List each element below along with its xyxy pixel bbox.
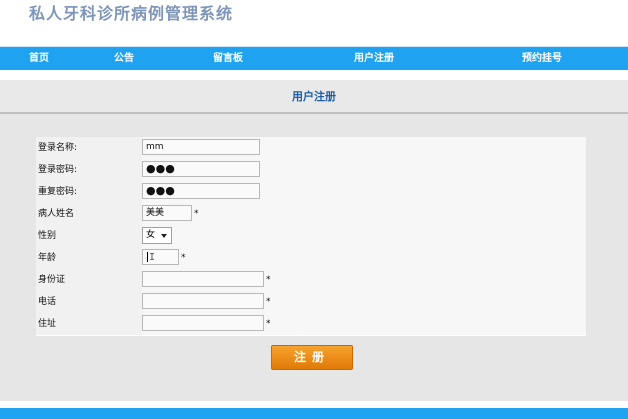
gender-select[interactable]: 女: [142, 227, 172, 244]
username-input[interactable]: mm: [142, 139, 260, 155]
main-nav: 首页 公告 留言板 用户注册 预约挂号: [0, 46, 628, 70]
required-mark: *: [266, 319, 271, 329]
patient-name-input[interactable]: 美美: [142, 205, 192, 221]
password-input[interactable]: ●●●: [142, 161, 260, 177]
gender-selected-value: 女: [146, 230, 156, 240]
nav-item-appointment[interactable]: 预约挂号: [522, 47, 562, 70]
form-row-age: 年龄 I *: [36, 247, 586, 270]
nav-item-register[interactable]: 用户注册: [354, 47, 394, 70]
page-header: 用户注册: [0, 80, 628, 114]
gender-label: 性别: [36, 225, 143, 247]
register-submit-button[interactable]: 注册: [271, 345, 353, 370]
idcard-label: 身份证: [36, 269, 143, 291]
patient-name-label: 病人姓名: [36, 203, 143, 225]
nav-item-message-board[interactable]: 留言板: [213, 47, 243, 70]
confirm-password-input[interactable]: ●●●: [142, 183, 260, 199]
nav-item-notice[interactable]: 公告: [114, 47, 134, 70]
required-mark: *: [266, 297, 271, 307]
phone-label: 电话: [36, 291, 143, 313]
address-input[interactable]: [142, 315, 264, 331]
age-label: 年龄: [36, 247, 143, 269]
form-row-password: 登录密码: ●●●: [36, 159, 586, 182]
username-label: 登录名称:: [36, 137, 143, 159]
address-label: 住址: [36, 313, 143, 335]
required-mark: *: [194, 209, 199, 219]
chevron-down-icon: [161, 234, 167, 238]
age-input[interactable]: [142, 249, 179, 265]
form-row-patient-name: 病人姓名 美美 *: [36, 203, 586, 226]
confirm-password-label: 重复密码:: [36, 181, 143, 203]
form-row-confirm-password: 重复密码: ●●●: [36, 181, 586, 204]
password-label: 登录密码:: [36, 159, 143, 181]
form-row-username: 登录名称: mm: [36, 137, 586, 160]
ibeam-cursor-icon: I: [149, 252, 156, 263]
page-title: 用户注册: [292, 90, 336, 103]
nav-item-home[interactable]: 首页: [29, 47, 49, 70]
form-row-idcard: 身份证 *: [36, 269, 586, 292]
form-row-address: 住址 *: [36, 313, 586, 336]
app-title: 私人牙科诊所病例管理系统: [29, 4, 234, 23]
footer-bar: [0, 408, 628, 419]
form-row-gender: 性别 女: [36, 225, 586, 248]
phone-input[interactable]: [142, 293, 264, 309]
text-cursor: [147, 252, 148, 262]
required-mark: *: [181, 253, 186, 263]
required-mark: *: [266, 275, 271, 285]
form-row-phone: 电话 *: [36, 291, 586, 314]
idcard-input[interactable]: [142, 271, 264, 287]
